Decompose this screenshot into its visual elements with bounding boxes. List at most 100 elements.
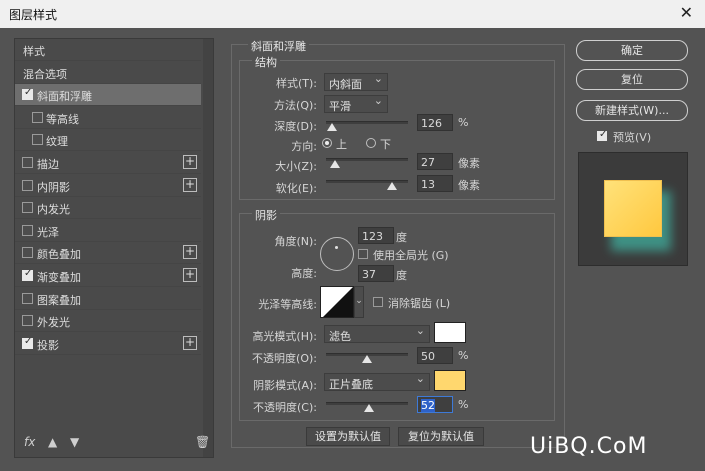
add-icon[interactable]: + (183, 155, 197, 169)
highlight-opacity-unit: % (458, 349, 469, 362)
depth-slider[interactable] (326, 121, 408, 124)
styles-scrollbar[interactable] (203, 39, 213, 457)
style-item-checkbox[interactable] (22, 292, 33, 304)
technique-label: 方法(Q): (274, 99, 317, 112)
soften-unit: 像素 (458, 179, 480, 192)
style-item-checkbox[interactable] (22, 268, 33, 281)
reset-default-button[interactable]: 复位为默认值 (398, 427, 484, 446)
trash-icon[interactable]: 🗑 (195, 435, 210, 449)
size-slider-thumb[interactable] (330, 160, 341, 168)
bevel-section-title: 斜面和浮雕 (248, 38, 309, 54)
highlight-mode-select[interactable]: 滤色 (324, 324, 430, 343)
style-item-checkbox[interactable] (32, 134, 43, 146)
altitude-label: 高度: (291, 267, 317, 280)
depth-unit: % (458, 116, 469, 129)
altitude-input[interactable]: 37 (358, 265, 394, 282)
highlight-color-swatch[interactable] (434, 322, 466, 343)
style-item-checkbox[interactable] (22, 247, 33, 259)
add-icon[interactable]: + (183, 177, 197, 192)
style-item-checkbox[interactable] (22, 224, 33, 236)
style-item-13[interactable]: 投影 + (15, 333, 201, 355)
style-item-2[interactable]: 斜面和浮雕 (15, 84, 201, 107)
depth-slider-thumb[interactable] (326, 123, 337, 131)
style-item-3[interactable]: 等高线 (15, 107, 201, 129)
style-item-4[interactable]: 纹理 (15, 129, 201, 152)
shadow-opacity-value: 52 (421, 399, 435, 412)
style-item-checkbox[interactable] (22, 336, 33, 349)
style-item-7[interactable]: 内发光 (15, 197, 201, 220)
size-label: 大小(Z): (275, 160, 317, 173)
style-item-checkbox[interactable] (22, 87, 33, 101)
depth-input[interactable]: 126 (417, 114, 453, 131)
style-item-5[interactable]: 描边 + (15, 152, 201, 174)
angle-label: 角度(N): (274, 235, 317, 248)
antialias-checkbox[interactable] (373, 297, 383, 307)
chevron-down-icon[interactable]: ⌄ (354, 286, 364, 318)
gloss-contour-picker[interactable] (320, 286, 354, 318)
shadow-opacity-unit: % (458, 398, 469, 411)
add-icon[interactable]: + (183, 335, 197, 350)
soften-input[interactable]: 13 (417, 175, 453, 192)
style-item-1[interactable]: 混合选项 (15, 62, 201, 84)
check-icon: ✓ (599, 129, 608, 140)
size-input[interactable]: 27 (417, 153, 453, 170)
style-item-label: 纹理 (46, 135, 68, 149)
style-item-checkbox[interactable] (32, 111, 43, 123)
close-icon[interactable]: ✕ (680, 3, 693, 22)
set-default-button[interactable]: 设置为默认值 (306, 427, 390, 446)
global-light-label: 使用全局光 (G) (373, 249, 449, 262)
style-item-label: 内阴影 (37, 180, 70, 194)
style-item-label: 外发光 (37, 316, 70, 330)
style-item-6[interactable]: 内阴影 + (15, 175, 201, 197)
new-style-button[interactable]: 新建样式(W)... (576, 100, 688, 121)
style-item-checkbox[interactable] (22, 315, 33, 327)
layer-style-dialog: 图层样式 ✕ 样式混合选项斜面和浮雕等高线纹理描边+内阴影+内发光光泽颜色叠加+… (0, 0, 705, 471)
style-item-10[interactable]: 渐变叠加 + (15, 265, 201, 287)
angle-input[interactable]: 123 (358, 227, 394, 244)
highlight-opacity-input[interactable]: 50 (417, 347, 453, 364)
watermark: UiBQ.CoM (530, 434, 648, 459)
ok-button[interactable]: 确定 (576, 40, 688, 61)
shadow-opacity-input[interactable]: 52 (417, 396, 453, 413)
reset-button[interactable]: 复位 (576, 69, 688, 90)
direction-up-radio[interactable] (322, 138, 332, 148)
direction-up-label: 上 (336, 138, 347, 151)
preview-checkbox[interactable]: ✓ (597, 129, 608, 141)
shadow-opacity-label: 不透明度(C): (253, 401, 317, 414)
direction-label: 方向: (291, 140, 317, 153)
global-light-checkbox[interactable] (358, 249, 368, 259)
shadow-color-swatch[interactable] (434, 370, 466, 391)
add-icon[interactable]: + (183, 245, 197, 260)
direction-down-radio[interactable] (366, 138, 376, 148)
size-unit: 像素 (458, 157, 480, 170)
arrow-up-icon[interactable]: ▲ (48, 435, 57, 449)
angle-dial-dot (335, 246, 338, 249)
arrow-down-icon[interactable]: ▼ (70, 435, 79, 449)
fx-button[interactable]: fx (24, 435, 35, 449)
style-item-11[interactable]: 图案叠加 (15, 288, 201, 310)
style-item-checkbox[interactable] (22, 179, 33, 191)
style-item-checkbox[interactable] (22, 202, 33, 214)
styles-list: 样式混合选项斜面和浮雕等高线纹理描边 + 内阴影 + 内发光光泽颜色叠加 + 渐变叠加 + 图案… (14, 38, 214, 458)
style-item-8[interactable]: 光泽 (15, 220, 201, 242)
style-item-checkbox[interactable] (22, 157, 33, 168)
soften-slider-thumb[interactable] (386, 182, 397, 190)
technique-select[interactable]: 平滑 (324, 94, 388, 113)
add-icon[interactable]: + (183, 268, 197, 282)
structure-title: 结构 (252, 54, 280, 70)
style-item-0[interactable]: 样式 (15, 39, 201, 61)
depth-label: 深度(D): (274, 120, 317, 133)
shadow-mode-select[interactable]: 正片叠底 (324, 372, 430, 391)
style-select[interactable]: 内斜面 (324, 72, 388, 91)
soften-label: 软化(E): (275, 182, 317, 195)
style-item-12[interactable]: 外发光 (15, 310, 201, 333)
antialias-label: 消除锯齿 (L) (388, 297, 451, 310)
style-item-label: 等高线 (46, 112, 79, 126)
highlight-opacity-thumb[interactable] (362, 355, 372, 363)
altitude-unit: 度 (396, 269, 407, 282)
gloss-contour-label: 光泽等高线: (258, 298, 317, 311)
style-item-9[interactable]: 颜色叠加 + (15, 242, 201, 265)
angle-dial[interactable] (320, 237, 354, 271)
shadow-opacity-thumb[interactable] (363, 404, 374, 412)
style-item-label: 内发光 (37, 203, 70, 217)
